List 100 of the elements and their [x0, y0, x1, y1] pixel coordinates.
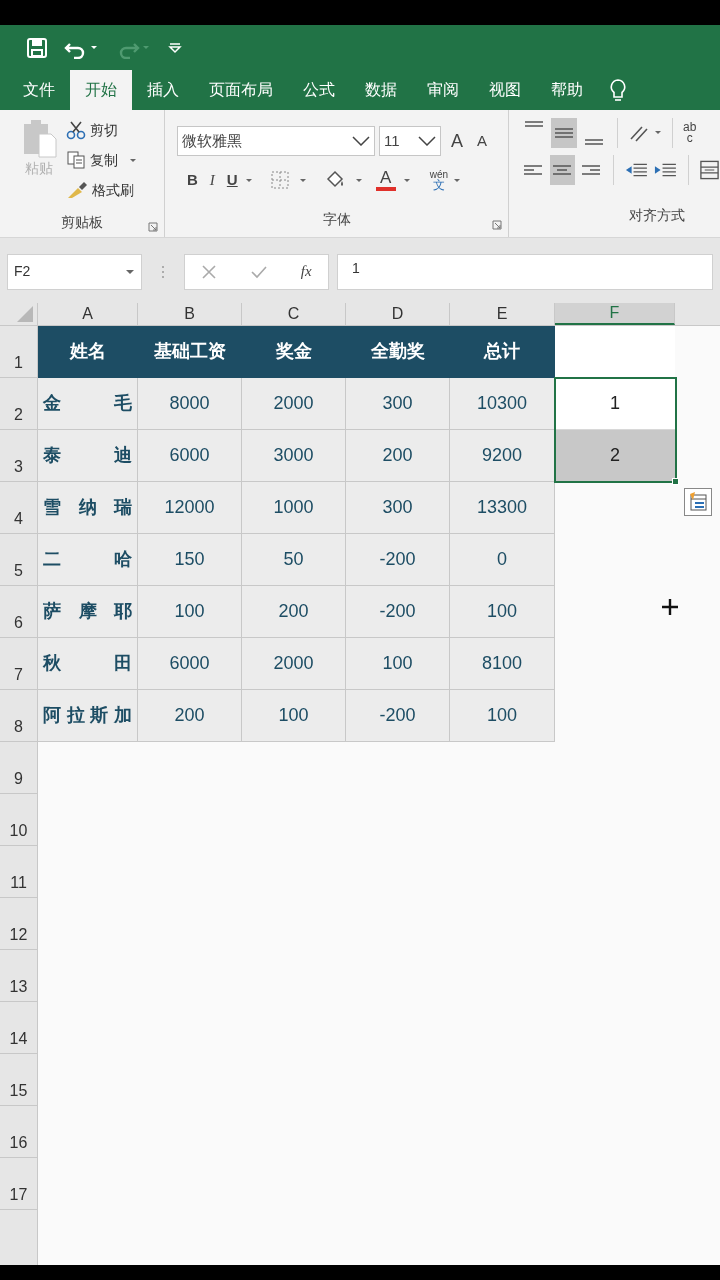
caret-icon[interactable]: [128, 156, 138, 164]
row-header[interactable]: 14: [0, 1002, 37, 1054]
crosshair-cursor-icon: [661, 598, 679, 616]
table-cell: 150: [138, 534, 242, 586]
row-header[interactable]: 6: [0, 586, 37, 638]
row-header[interactable]: 11: [0, 846, 37, 898]
column-header[interactable]: F: [555, 303, 675, 325]
align-lines-icon: [582, 165, 601, 175]
cut-button[interactable]: 剪切: [66, 118, 138, 142]
lightbulb-icon[interactable]: [608, 78, 628, 104]
table-cell: 50: [242, 534, 346, 586]
chevron-down-icon[interactable]: [418, 136, 436, 146]
table-cell: 秋田: [38, 638, 138, 690]
ribbon-tab[interactable]: 审阅: [412, 70, 474, 110]
table-cell: 1: [555, 378, 675, 430]
row-header[interactable]: 5: [0, 534, 37, 586]
fill-handle[interactable]: [672, 478, 679, 485]
table-cell: 萨摩耶: [38, 586, 138, 638]
row-header[interactable]: 12: [0, 898, 37, 950]
phonetic-guide-button[interactable]: wén 文: [429, 169, 449, 191]
column-header[interactable]: D: [346, 303, 450, 325]
dialog-launcher-icon[interactable]: [492, 220, 502, 230]
bold-button[interactable]: B: [187, 168, 198, 192]
row-header[interactable]: 10: [0, 794, 37, 846]
header-cell: 姓名: [38, 326, 138, 378]
row-header[interactable]: 16: [0, 1106, 37, 1158]
ribbon-tab[interactable]: 页面布局: [194, 70, 288, 110]
ribbon-tab[interactable]: 帮助: [536, 70, 598, 110]
group-label: 剪贴板: [61, 212, 103, 232]
ribbon-tab[interactable]: 公式: [288, 70, 350, 110]
chevron-down-icon[interactable]: [352, 136, 370, 146]
ribbon-tab[interactable]: 数据: [350, 70, 412, 110]
table-cell: 2000: [242, 638, 346, 690]
caret-icon[interactable]: [125, 267, 135, 276]
table-cell: 300: [346, 482, 450, 534]
row-header[interactable]: 3: [0, 430, 37, 482]
formula-input[interactable]: 1: [337, 253, 713, 290]
insert-function-button[interactable]: fx: [300, 260, 312, 283]
font-size-dropdown[interactable]: 11: [379, 126, 441, 156]
table-cell: 8100: [450, 638, 555, 690]
table-cell: 1000: [242, 482, 346, 534]
format-painter-button[interactable]: 格式刷: [66, 178, 138, 202]
align-vertical-button[interactable]: [551, 118, 577, 148]
ribbon-tab[interactable]: 文件: [8, 70, 70, 110]
row-header[interactable]: 7: [0, 638, 37, 690]
row-header[interactable]: 9: [0, 742, 37, 794]
header-cell: 基础工资: [138, 326, 242, 378]
row-header[interactable]: 8: [0, 690, 37, 742]
paintbrush-icon[interactable]: [66, 180, 88, 200]
align-lines-icon: [555, 128, 573, 138]
caret-icon[interactable]: [452, 176, 463, 184]
table-cell: 2: [555, 430, 675, 482]
table-cell: 雪纳瑞: [38, 482, 138, 534]
align-lines-icon: [553, 165, 572, 175]
drag-handle-icon[interactable]: [160, 263, 166, 280]
merge-center-icon[interactable]: [698, 159, 720, 181]
table-cell: 6000: [138, 430, 242, 482]
decrease-font-size-button[interactable]: A: [477, 129, 494, 153]
ribbon-tab[interactable]: 开始: [70, 70, 132, 110]
align-lines-icon: [585, 139, 603, 145]
table-cell: 10300: [450, 378, 555, 430]
row-header[interactable]: 15: [0, 1054, 37, 1106]
row-header[interactable]: 4: [0, 482, 37, 534]
table-cell: 13300: [450, 482, 555, 534]
name-box[interactable]: F2: [7, 253, 142, 290]
table-cell: 泰迪: [38, 430, 138, 482]
column-header[interactable]: C: [242, 303, 346, 325]
table-cell: 8000: [138, 378, 242, 430]
row-header[interactable]: 13: [0, 950, 37, 1002]
underline-button[interactable]: U: [226, 168, 238, 192]
row-header[interactable]: 2: [0, 378, 37, 430]
align-horizontal-button[interactable]: [549, 155, 575, 185]
table-cell: 金毛: [38, 378, 138, 430]
copy-button[interactable]: 复制: [66, 148, 138, 172]
dialog-launcher-icon[interactable]: [148, 222, 158, 232]
table-cell: 9200: [450, 430, 555, 482]
table-cell: -200: [346, 690, 450, 742]
column-header[interactable]: B: [138, 303, 242, 325]
table-cell: 200: [138, 690, 242, 742]
customize-toolbar-icon[interactable]: [168, 40, 182, 55]
table-cell: -200: [346, 534, 450, 586]
table-cell: 100: [242, 690, 346, 742]
increase-font-size-button[interactable]: A: [451, 127, 469, 155]
scissors-icon[interactable]: [66, 120, 86, 140]
align-lines-icon: [525, 121, 543, 127]
italic-button[interactable]: I: [209, 168, 215, 192]
font-color-button[interactable]: A: [375, 169, 396, 191]
row-header[interactable]: 1: [0, 326, 37, 378]
table-cell: 0: [450, 534, 555, 586]
save-icon[interactable]: [26, 36, 48, 59]
font-name-dropdown[interactable]: 微软雅黑: [177, 126, 375, 156]
table-cell: 200: [346, 430, 450, 482]
column-header[interactable]: A: [38, 303, 138, 325]
ribbon-tab[interactable]: 视图: [474, 70, 536, 110]
copy-icon[interactable]: [66, 150, 86, 170]
wrap-text-button[interactable]: ab c: [683, 122, 697, 144]
row-header[interactable]: 17: [0, 1158, 37, 1210]
ribbon-tab[interactable]: 插入: [132, 70, 194, 110]
table-cell: 6000: [138, 638, 242, 690]
table-cell: 100: [450, 690, 555, 742]
